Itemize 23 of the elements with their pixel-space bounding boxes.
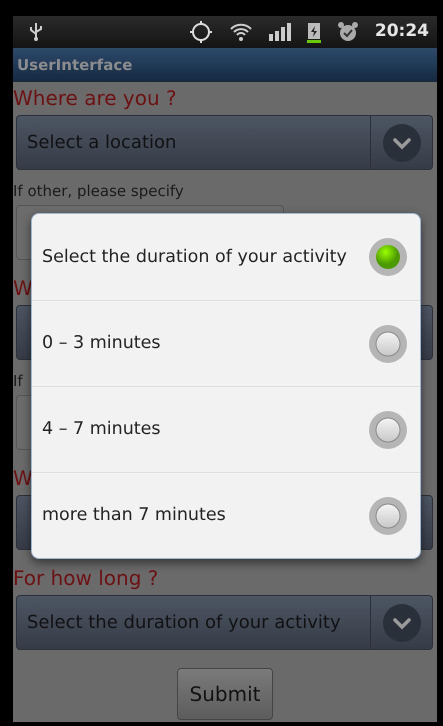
question-label: For how long ? xyxy=(13,565,160,592)
clock-time: 20:24 xyxy=(374,20,429,44)
option-row[interactable]: 4 – 7 minutes xyxy=(32,386,420,472)
usb-icon xyxy=(29,22,43,42)
question-label: W xyxy=(13,465,34,492)
radio-button[interactable] xyxy=(368,496,408,536)
question-label: W xyxy=(13,275,34,302)
option-row[interactable]: Select the duration of your activity xyxy=(32,214,420,300)
app-title: UserInterface xyxy=(17,54,132,76)
question-label: Where are you ? xyxy=(13,85,178,112)
battery-icon xyxy=(306,21,321,43)
gps-icon xyxy=(188,20,213,44)
radio-button[interactable] xyxy=(368,237,408,277)
option-row[interactable]: more than 7 minutes xyxy=(32,472,420,558)
hint-text: If other, please specify xyxy=(13,181,185,202)
signal-icon xyxy=(268,23,291,41)
wifi-icon xyxy=(228,22,253,42)
radio-button[interactable] xyxy=(368,324,408,364)
alarm-clock-icon xyxy=(336,21,359,43)
hint-text: If xyxy=(13,371,24,392)
submit-button[interactable]: Submit xyxy=(177,668,273,720)
option-row[interactable]: 0 – 3 minutes xyxy=(32,300,420,386)
radio-button[interactable] xyxy=(368,410,408,450)
